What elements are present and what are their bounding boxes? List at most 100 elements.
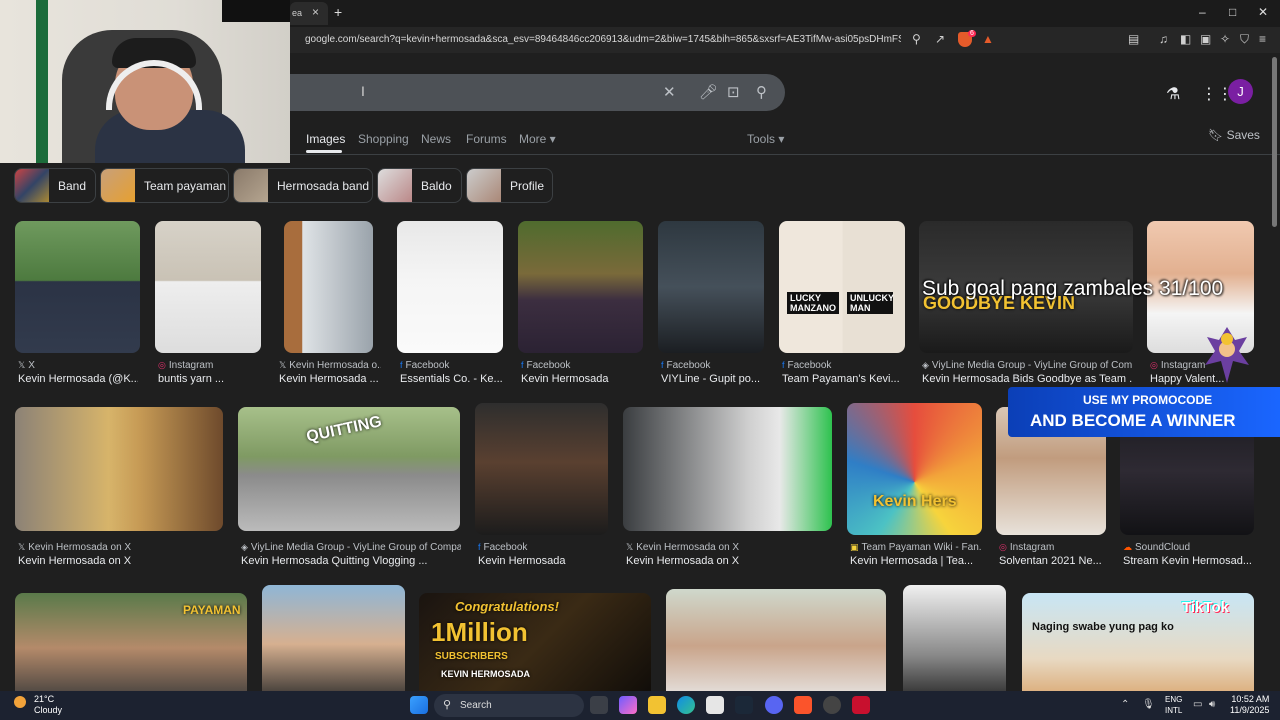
- app-icon[interactable]: [852, 696, 870, 714]
- network-icon[interactable]: ▭: [1193, 699, 1202, 710]
- result-source[interactable]: f Facebook: [661, 360, 765, 371]
- address-bar[interactable]: google.com/search?q=kevin+hermosada&sca_…: [305, 34, 901, 45]
- result-image[interactable]: TikTok Naging swabe yung pag ko: [1022, 593, 1254, 691]
- discord-icon[interactable]: [765, 696, 783, 714]
- result-title[interactable]: buntis yarn ...: [158, 373, 262, 385]
- chip-baldo[interactable]: Baldo: [377, 168, 462, 203]
- weather-widget[interactable]: 21°C Cloudy: [14, 694, 62, 716]
- result-source[interactable]: ◈ ViyLine Media Group - ViyLine Group of …: [241, 542, 461, 553]
- result-source[interactable]: ◎ Instagram: [999, 542, 1107, 553]
- result-title[interactable]: Kevin Hermosada | Tea...: [850, 555, 982, 567]
- result-image[interactable]: [15, 221, 140, 353]
- tools-button[interactable]: Tools ▾: [747, 132, 784, 146]
- tray-chevron-icon[interactable]: ⌃: [1121, 699, 1129, 710]
- music-icon[interactable]: ♫: [1159, 32, 1168, 46]
- result-image[interactable]: PAYAMAN: [15, 593, 247, 691]
- result-title[interactable]: Kevin Hermosada: [521, 373, 643, 385]
- result-source[interactable]: f Facebook: [478, 542, 608, 553]
- menu-icon[interactable]: ≡: [1259, 32, 1266, 46]
- start-button[interactable]: [410, 696, 428, 714]
- result-image[interactable]: [262, 585, 405, 691]
- result-source[interactable]: 𝕏 Kevin Hermosada on X: [18, 542, 223, 553]
- result-title[interactable]: Kevin Hermosada Quitting Vlogging ...: [241, 555, 461, 567]
- result-image[interactable]: Kevin Hers: [847, 403, 982, 535]
- labs-icon[interactable]: ⚗: [1166, 84, 1180, 104]
- saves-button[interactable]: 🔖︎ Saves: [1208, 128, 1260, 142]
- result-title[interactable]: Solventan 2021 Ne...: [999, 555, 1107, 567]
- system-clock[interactable]: 10:52 AM 11/9/2025: [1230, 694, 1269, 716]
- chip-team-payaman[interactable]: Team payaman: [100, 168, 229, 203]
- microphone-icon[interactable]: 🎤︎: [699, 83, 718, 101]
- result-source[interactable]: f Facebook: [521, 360, 643, 371]
- search-icon[interactable]: ⚲: [756, 83, 767, 101]
- taskbar-search[interactable]: ⚲ Search: [434, 694, 584, 717]
- result-image[interactable]: [518, 221, 643, 353]
- result-image[interactable]: Congratulations! 1Million SUBSCRIBERS KE…: [419, 593, 651, 691]
- result-image[interactable]: [623, 407, 832, 531]
- obs-icon[interactable]: [823, 696, 841, 714]
- result-image[interactable]: [155, 221, 261, 353]
- steam-icon[interactable]: [735, 696, 753, 714]
- result-source[interactable]: ☁ SoundCloud: [1123, 542, 1255, 553]
- tab-close-icon[interactable]: ×: [312, 5, 319, 19]
- result-title[interactable]: Kevin Hermosada ...: [279, 373, 381, 385]
- result-image[interactable]: LUCKY MANZANO UNLUCKY MAN: [779, 221, 905, 353]
- result-title[interactable]: VIYLine - Gupit po...: [661, 373, 765, 385]
- account-avatar[interactable]: J: [1228, 79, 1253, 104]
- result-title[interactable]: Essentials Co. - Ke...: [400, 373, 504, 385]
- result-image[interactable]: [658, 221, 764, 353]
- tab-more[interactable]: More ▾: [519, 132, 556, 146]
- zoom-icon[interactable]: ⚲: [912, 32, 921, 46]
- result-title[interactable]: Kevin Hermosada (@K...: [18, 373, 138, 385]
- leo-ai-icon[interactable]: ✧: [1220, 32, 1230, 46]
- sidebar-icon[interactable]: ◧: [1180, 32, 1191, 46]
- share-icon[interactable]: ↗: [935, 32, 945, 46]
- result-title[interactable]: Kevin Hermosada: [478, 555, 608, 567]
- tab-images[interactable]: Images: [306, 132, 345, 146]
- result-image[interactable]: [666, 589, 886, 691]
- language-indicator[interactable]: ENG INTL: [1165, 694, 1182, 716]
- wallet-icon[interactable]: ▣: [1200, 32, 1211, 46]
- tab-news[interactable]: News: [421, 132, 451, 146]
- result-image[interactable]: [284, 221, 373, 353]
- edge-icon[interactable]: [677, 696, 695, 714]
- tab-shopping[interactable]: Shopping: [358, 132, 409, 146]
- page-scrollbar[interactable]: [1272, 57, 1277, 227]
- result-source[interactable]: ◈ ViyLine Media Group - ViyLine Group of …: [922, 360, 1132, 371]
- new-tab-button[interactable]: +: [334, 4, 342, 20]
- result-image[interactable]: [903, 585, 1006, 691]
- chip-band[interactable]: Band: [14, 168, 96, 203]
- result-title[interactable]: Kevin Hermosada on X: [626, 555, 832, 567]
- result-source[interactable]: f Facebook: [400, 360, 504, 371]
- result-source[interactable]: f Facebook: [782, 360, 906, 371]
- result-source[interactable]: ◎ Instagram: [158, 360, 262, 371]
- result-source[interactable]: 𝕏 Kevin Hermosada o...: [279, 360, 381, 371]
- result-title[interactable]: Team Payaman's Kevi...: [782, 373, 906, 385]
- result-image[interactable]: [15, 407, 223, 531]
- task-view-icon[interactable]: [590, 696, 608, 714]
- brave-icon[interactable]: [794, 696, 812, 714]
- result-title[interactable]: Stream Kevin Hermosad...: [1123, 555, 1255, 567]
- chip-profile[interactable]: Profile: [466, 168, 553, 203]
- result-title[interactable]: Kevin Hermosada on X: [18, 555, 223, 567]
- reader-icon[interactable]: ▤: [1128, 32, 1139, 46]
- browser-tab[interactable]: ea ×: [290, 2, 328, 25]
- result-image[interactable]: [475, 403, 608, 535]
- result-source[interactable]: 𝕏 Kevin Hermosada on X: [626, 542, 832, 553]
- copilot-icon[interactable]: [619, 696, 637, 714]
- tab-forums[interactable]: Forums: [466, 132, 507, 146]
- result-source[interactable]: ▣ Team Payaman Wiki - Fan...: [850, 542, 982, 553]
- search-input[interactable]: I ✕ 🎤︎ ⊡ ⚲: [270, 74, 785, 111]
- file-explorer-icon[interactable]: [648, 696, 666, 714]
- brave-rewards-icon[interactable]: ▲: [982, 32, 994, 46]
- result-source[interactable]: 𝕏X: [18, 360, 138, 371]
- maximize-button[interactable]: □: [1229, 5, 1236, 19]
- lens-icon[interactable]: ⊡: [727, 83, 740, 101]
- mic-tray-icon[interactable]: 🎙︎: [1142, 699, 1155, 710]
- result-title[interactable]: Kevin Hermosada Bids Goodbye as Team ...: [922, 373, 1132, 385]
- store-icon[interactable]: [706, 696, 724, 714]
- chip-hermosada-band[interactable]: Hermosada band: [233, 168, 373, 203]
- result-image[interactable]: [397, 221, 503, 353]
- clear-icon[interactable]: ✕: [663, 83, 676, 101]
- result-image[interactable]: QUITTING: [238, 407, 460, 531]
